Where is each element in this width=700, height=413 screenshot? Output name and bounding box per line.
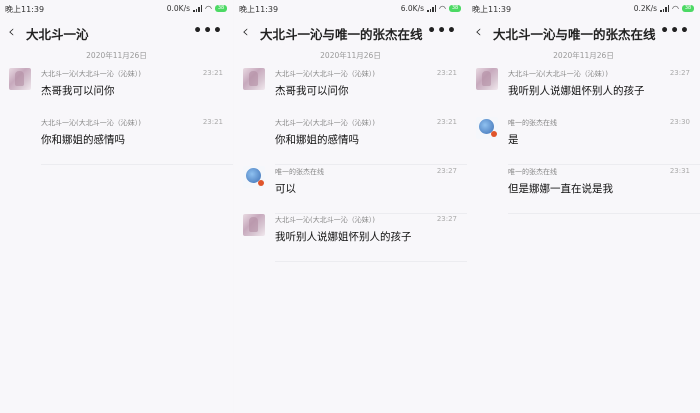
battery-icon: 38 bbox=[682, 5, 694, 12]
message-item[interactable]: 大北斗一沁(大北斗一沁（沁妹）) 23:21 你和娜姐的感情吗 bbox=[0, 117, 233, 165]
message-time: 23:27 bbox=[436, 167, 457, 175]
message-time: 23:21 bbox=[202, 118, 223, 126]
chat-header: ‹ 大北斗一沁与唯一的张杰在线 ••• bbox=[467, 20, 700, 46]
wifi-icon: ◠ bbox=[205, 4, 212, 13]
avatar[interactable] bbox=[243, 68, 265, 90]
sender-name: 大北斗一沁(大北斗一沁（沁妹）) bbox=[275, 216, 375, 224]
chat-screenshot-3: 晚上11:39 0.2K/s ◠ 38 ‹ 大北斗一沁与唯一的张杰在线 ••• … bbox=[467, 0, 700, 413]
chat-header: ‹ 大北斗一沁与唯一的张杰在线 ••• bbox=[234, 20, 467, 46]
message-text: 我听别人说娜姐怀别人的孩子 bbox=[508, 85, 645, 97]
message-text: 是 bbox=[508, 134, 519, 146]
wifi-icon: ◠ bbox=[439, 4, 446, 13]
sender-name: 大北斗一沁(大北斗一沁（沁妹）) bbox=[275, 70, 375, 78]
wifi-icon: ◠ bbox=[672, 4, 679, 13]
message-item[interactable]: 大北斗一沁(大北斗一沁（沁妹）) 23:27 我听别人说娜姐怀别人的孩子 bbox=[467, 68, 700, 116]
date-divider: 2020年11月26日 bbox=[553, 51, 614, 60]
more-options-icon[interactable]: ••• bbox=[427, 21, 457, 41]
sender-name: 大北斗一沁(大北斗一沁（沁妹）) bbox=[41, 119, 141, 127]
message-text: 你和娜姐的感情吗 bbox=[275, 134, 359, 146]
chat-screenshot-1: 晚上11:39 0.0K/s ◠ 38 ‹ 大北斗一沁 ••• 2020年11月… bbox=[0, 0, 233, 413]
message-text: 杰哥我可以问你 bbox=[41, 85, 115, 97]
network-speed: 0.2K/s bbox=[633, 4, 658, 13]
status-bar: 晚上11:39 0.2K/s ◠ 38 bbox=[467, 0, 700, 18]
message-text: 可以 bbox=[275, 183, 296, 195]
message-text: 但是娜娜一直在说是我 bbox=[508, 183, 613, 195]
status-time: 晚上11:39 bbox=[5, 5, 45, 14]
back-icon[interactable]: ‹ bbox=[242, 21, 249, 43]
battery-icon: 38 bbox=[215, 5, 227, 12]
message-time: 23:21 bbox=[436, 69, 457, 77]
message-time: 23:21 bbox=[202, 69, 223, 77]
date-divider: 2020年11月26日 bbox=[320, 51, 381, 60]
sender-name: 大北斗一沁(大北斗一沁（沁妹）) bbox=[275, 119, 375, 127]
message-time: 23:27 bbox=[669, 69, 690, 77]
signal-icon bbox=[193, 5, 203, 12]
status-time: 晚上11:39 bbox=[472, 5, 512, 14]
message-time: 23:31 bbox=[669, 167, 690, 175]
sender-name: 唯一的张杰在线 bbox=[275, 168, 324, 176]
avatar[interactable] bbox=[243, 214, 265, 236]
sender-name: 唯一的张杰在线 bbox=[508, 119, 557, 127]
message-item[interactable]: 唯一的张杰在线 23:31 但是娜娜一直在说是我 bbox=[467, 166, 700, 214]
status-bar: 晚上11:39 0.0K/s ◠ 38 bbox=[0, 0, 233, 18]
signal-icon bbox=[660, 5, 670, 12]
message-item[interactable]: 大北斗一沁(大北斗一沁（沁妹）) 23:21 杰哥我可以问你 bbox=[234, 68, 467, 116]
divider bbox=[508, 213, 700, 214]
message-time: 23:30 bbox=[669, 118, 690, 126]
message-text: 杰哥我可以问你 bbox=[275, 85, 349, 97]
signal-icon bbox=[427, 5, 437, 12]
message-text: 你和娜姐的感情吗 bbox=[41, 134, 125, 146]
message-item[interactable]: 唯一的张杰在线 23:30 是 bbox=[467, 117, 700, 165]
avatar[interactable] bbox=[243, 166, 265, 188]
divider bbox=[275, 164, 467, 165]
message-item[interactable]: 大北斗一沁(大北斗一沁（沁妹）) 23:21 杰哥我可以问你 bbox=[0, 68, 233, 116]
sender-name: 大北斗一沁(大北斗一沁（沁妹）) bbox=[41, 70, 141, 78]
chat-title: 大北斗一沁 bbox=[26, 27, 89, 42]
avatar[interactable] bbox=[9, 68, 31, 90]
chat-title: 大北斗一沁与唯一的张杰在线 bbox=[260, 27, 423, 42]
message-item[interactable]: 大北斗一沁(大北斗一沁（沁妹）) 23:27 我听别人说娜姐怀别人的孩子 bbox=[234, 214, 467, 262]
chat-header: ‹ 大北斗一沁 ••• bbox=[0, 20, 233, 46]
more-options-icon[interactable]: ••• bbox=[660, 21, 690, 41]
message-item[interactable]: 大北斗一沁(大北斗一沁（沁妹）) 23:21 你和娜姐的感情吗 bbox=[234, 117, 467, 165]
back-icon[interactable]: ‹ bbox=[475, 21, 482, 43]
battery-icon: 38 bbox=[449, 5, 461, 12]
message-text: 我听别人说娜姐怀别人的孩子 bbox=[275, 231, 412, 243]
network-speed: 0.0K/s bbox=[166, 4, 191, 13]
sender-name: 大北斗一沁(大北斗一沁（沁妹）) bbox=[508, 70, 608, 78]
divider bbox=[41, 164, 233, 165]
message-time: 23:27 bbox=[436, 215, 457, 223]
status-time: 晚上11:39 bbox=[239, 5, 279, 14]
divider bbox=[508, 164, 700, 165]
chat-screenshot-2: 晚上11:39 6.0K/s ◠ 38 ‹ 大北斗一沁与唯一的张杰在线 ••• … bbox=[234, 0, 467, 413]
message-item[interactable]: 唯一的张杰在线 23:27 可以 bbox=[234, 166, 467, 214]
avatar[interactable] bbox=[476, 117, 498, 139]
network-speed: 6.0K/s bbox=[400, 4, 425, 13]
more-options-icon[interactable]: ••• bbox=[193, 21, 223, 41]
back-icon[interactable]: ‹ bbox=[8, 21, 15, 43]
divider bbox=[275, 261, 467, 262]
sender-name: 唯一的张杰在线 bbox=[508, 168, 557, 176]
status-bar: 晚上11:39 6.0K/s ◠ 38 bbox=[234, 0, 467, 18]
avatar[interactable] bbox=[476, 68, 498, 90]
chat-title: 大北斗一沁与唯一的张杰在线 bbox=[493, 27, 656, 42]
message-time: 23:21 bbox=[436, 118, 457, 126]
date-divider: 2020年11月26日 bbox=[86, 51, 147, 60]
